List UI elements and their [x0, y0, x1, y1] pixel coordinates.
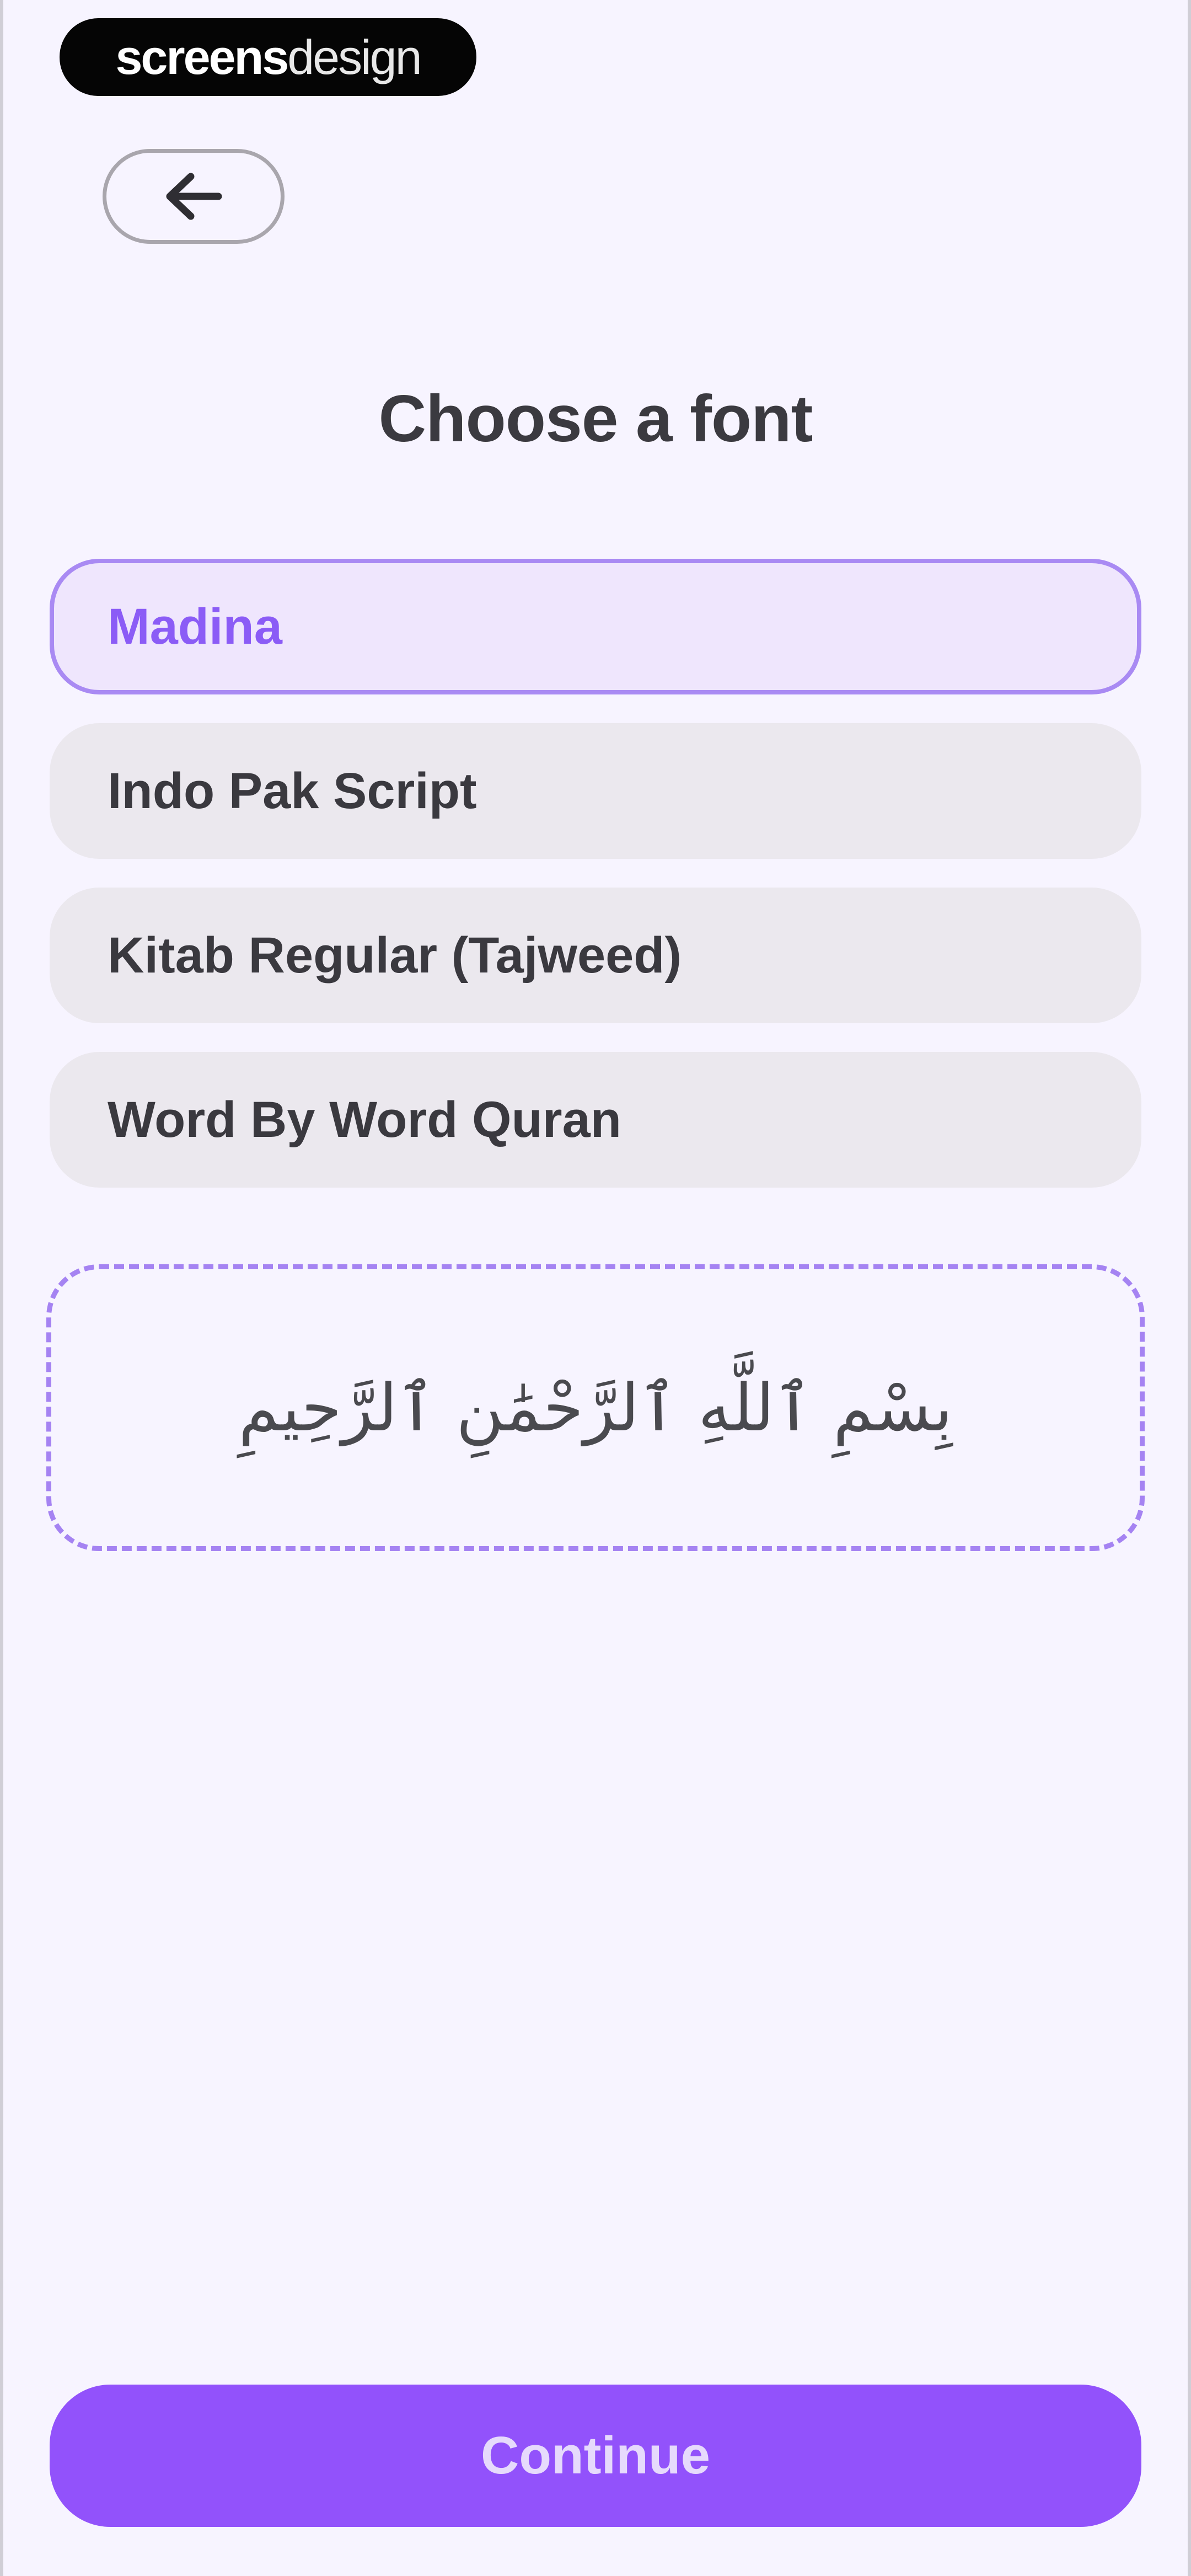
- screensdesign-watermark: screens design: [60, 18, 476, 96]
- arrow-left-icon: [166, 173, 222, 220]
- watermark-bold-text: screens: [115, 29, 289, 84]
- font-preview-text: بِسْمِ ٱللَّهِ ٱلرَّحْمَٰنِ ٱلرَّحِيمِ: [238, 1370, 953, 1446]
- font-preview-box: بِسْمِ ٱللَّهِ ٱلرَّحْمَٰنِ ٱلرَّحِيمِ: [46, 1264, 1145, 1551]
- font-option-word-by-word-quran[interactable]: Word By Word Quran: [50, 1052, 1141, 1188]
- watermark-light-text: design: [287, 29, 422, 84]
- continue-button[interactable]: Continue: [50, 2385, 1141, 2527]
- font-option-list: Madina Indo Pak Script Kitab Regular (Ta…: [50, 559, 1141, 1216]
- font-option-madina[interactable]: Madina: [50, 559, 1141, 694]
- font-option-kitab-regular-tajweed[interactable]: Kitab Regular (Tajweed): [50, 888, 1141, 1023]
- back-button[interactable]: [103, 149, 285, 244]
- page-title: Choose a font: [378, 382, 813, 456]
- font-option-indo-pak-script[interactable]: Indo Pak Script: [50, 723, 1141, 859]
